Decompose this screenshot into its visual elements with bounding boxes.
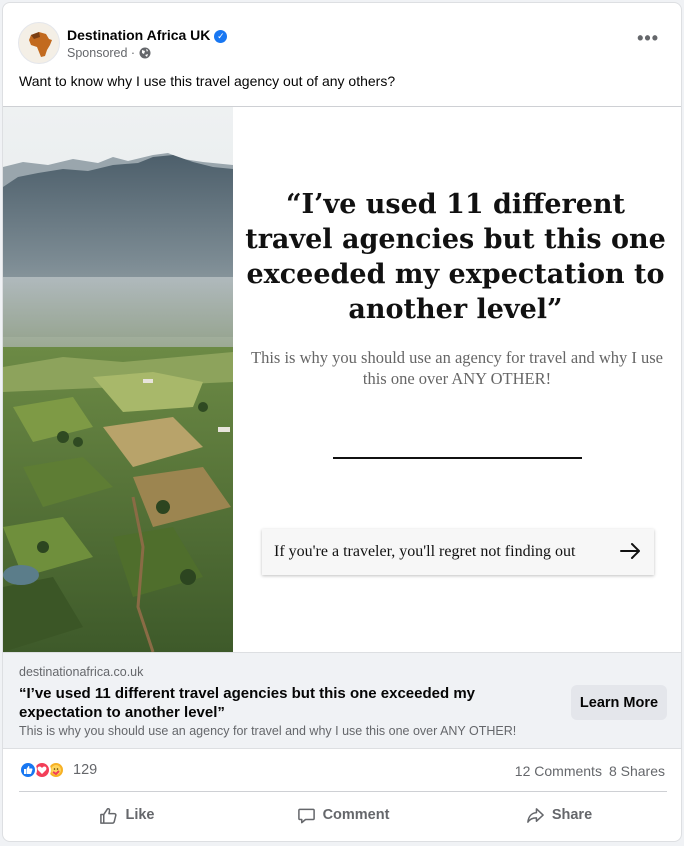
creative-cta-label: If you're a traveler, you'll regret not … <box>274 543 576 560</box>
comment-button[interactable]: Comment <box>235 797 451 833</box>
creative-divider <box>333 457 582 459</box>
page-name-text[interactable]: Destination Africa UK <box>67 27 210 43</box>
sponsored-label: Sponsored · <box>67 46 151 60</box>
page-avatar[interactable] <box>18 22 60 64</box>
comments-count[interactable]: 12 Comments <box>515 763 602 779</box>
post-actions: Like Comment Share <box>19 797 667 833</box>
comment-icon <box>297 808 315 823</box>
link-domain: destinationafrica.co.uk <box>19 665 144 679</box>
ad-creative[interactable]: “I’ve used 11 different travel agencies … <box>3 107 681 652</box>
more-options-icon[interactable]: ••• <box>637 29 659 47</box>
link-title[interactable]: “I’ve used 11 different travel agencies … <box>19 684 539 722</box>
creative-quote: “I’ve used 11 different travel agencies … <box>245 189 666 325</box>
link-preview[interactable]: destinationafrica.co.uk “I’ve used 11 di… <box>3 652 681 749</box>
arrow-right-icon <box>620 543 640 559</box>
reaction-count[interactable]: 129 <box>73 762 97 778</box>
like-reaction-icon <box>19 761 37 779</box>
engagement-counts: 12 Comments 8 Shares <box>515 763 665 779</box>
learn-more-button[interactable]: Learn More <box>571 685 667 720</box>
landscape-photo <box>3 107 233 652</box>
share-label: Share <box>551 807 593 823</box>
post-text: Want to know why I use this travel agenc… <box>19 73 396 89</box>
reactions-summary[interactable]: 129 <box>19 761 97 779</box>
verified-badge-icon: ✓ <box>214 30 228 43</box>
comment-label: Comment <box>322 807 390 823</box>
shares-count[interactable]: 8 Shares <box>609 763 665 779</box>
like-button[interactable]: Like <box>19 797 235 833</box>
creative-subtext: This is why you should use an agency for… <box>251 348 663 388</box>
post-header: Destination Africa UK ✓ Sponsored · ••• W… <box>3 3 681 107</box>
thumbs-up-icon <box>100 807 118 824</box>
actions-divider <box>19 791 667 792</box>
link-description: This is why you should use an agency for… <box>19 724 517 738</box>
africa-logo-icon <box>29 32 52 57</box>
share-button[interactable]: Share <box>451 797 667 833</box>
page-name[interactable]: Destination Africa UK ✓ <box>67 27 228 43</box>
share-icon <box>526 807 544 823</box>
sponsored-text: Sponsored · <box>67 46 136 60</box>
globe-icon <box>139 47 151 59</box>
ad-post-card: Destination Africa UK ✓ Sponsored · ••• W… <box>2 2 682 842</box>
creative-cta-button[interactable]: If you're a traveler, you'll regret not … <box>262 529 654 575</box>
like-label: Like <box>125 807 155 823</box>
